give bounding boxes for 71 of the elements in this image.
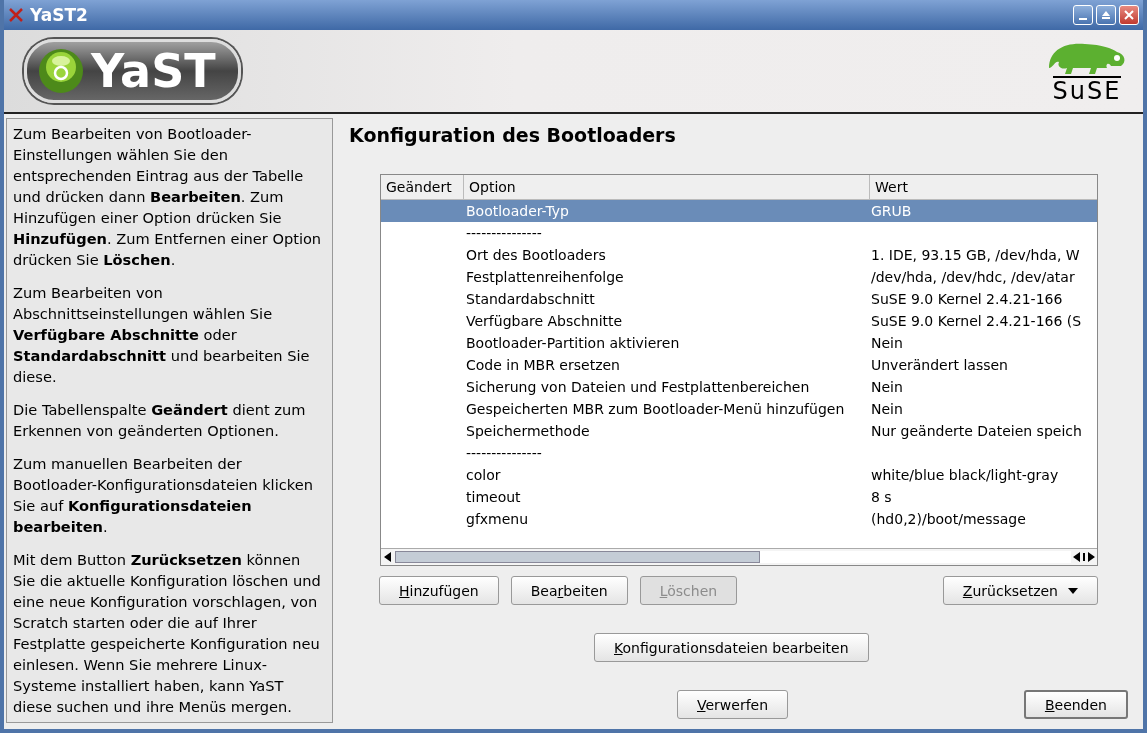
option-cell-text: Sicherung von Dateien und Festplattenbereichen [465, 379, 811, 395]
table-action-button[interactable]: Hinzufügen [379, 576, 499, 605]
table-row[interactable]: Verfügbare Abschnitte SuSE 9.0 Kernel 2.4.21-166 (S [381, 310, 1097, 332]
table-row[interactable]: Sicherung von Dateien und Festplattenbereichen Nein [381, 376, 1097, 398]
value-cell-text: /dev/hda, /dev/hdc, /dev/atar [871, 269, 1076, 285]
help-paragraph: Zum Bearbeiten von Abschnittseinstellungen wählen Sie Verfügbare Abschnitte oder Standardabschnitt und bearbeiten Sie diese. [13, 283, 311, 387]
option-cell-text: Code in MBR ersetzen [465, 357, 621, 373]
caret-icon [1068, 587, 1078, 594]
value-cell-text: white/blue black/light-gray [871, 467, 1060, 483]
table-row[interactable]: --------------- [381, 442, 1097, 464]
table-row[interactable]: color white/blue black/light-gray [381, 464, 1097, 486]
table-row[interactable]: Gespeicherten MBR zum Bootloader-Menü hinzufügen Nein [381, 398, 1097, 420]
table-row[interactable]: Ort des Bootloaders 1. IDE, 93.15 GB, /dev/hda, W [381, 244, 1097, 266]
table-action-button[interactable]: Bearbeiten [510, 576, 628, 605]
option-cell-text: timeout [465, 489, 522, 505]
value-cell-text: 1. IDE, 93.15 GB, /dev/hda, W [871, 247, 1081, 263]
option-cell-text: --------------- [465, 445, 543, 461]
discard-button[interactable]: Verwerfen [677, 690, 789, 719]
value-cell-text: SuSE 9.0 Kernel 2.4.21-166 (S [871, 313, 1083, 329]
option-cell-text: Speichermethode [465, 423, 591, 439]
table-row[interactable]: Standardabschnitt SuSE 9.0 Kernel 2.4.21-166 [381, 288, 1097, 310]
option-cell-text: --------------- [465, 225, 543, 241]
value-cell-text: Nein [871, 379, 904, 395]
option-cell-text: Festplattenreihenfolge [465, 269, 625, 285]
help-paragraph: Zum manuellen Bearbeiten der Bootloader-Konfigurationsdateien klicken Sie auf Konfigurationsdateien bearbeiten. [13, 454, 314, 537]
table-row[interactable]: Code in MBR ersetzen Unverändert lassen [381, 354, 1097, 376]
table-row[interactable]: gfxmenu (hd0,2)/boot/message [381, 508, 1097, 530]
table-row[interactable]: --------------- [381, 222, 1097, 244]
page-title: Konfiguration des Bootloaders [349, 124, 677, 146]
value-cell-text: Unverändert lassen [871, 357, 1009, 373]
option-cell-text: color [465, 467, 502, 483]
option-cell-text: Bootloader-Partition aktivieren [465, 335, 681, 351]
help-paragraph: Mit dem Button Zurücksetzen können Sie die aktuelle Konfiguration löschen und eine neue Konfiguration vorschlagen, von Scratch starten oder die auf Ihrer Festplatte gespeicherte Konfiguration neu einlesen. Wenn Sie mehrere Linux-Systeme installiert haben, kann YaST diese suchen und ihre Menüs mergen. [13, 550, 322, 717]
help-paragraph: Zum Bearbeiten von Bootloader-Einstellungen wählen Sie den entsprechenden Eintrag aus der Tabelle und drücken dann Bearbeiten. Zum Hinzufügen einer Option drücken Sie Hinzufügen. Zum Entfernen einer Option drücken Sie Löschen. [13, 124, 323, 270]
value-cell-text: SuSE 9.0 Kernel 2.4.21-166 [871, 291, 1064, 307]
table-row[interactable]: timeout 8 s [381, 486, 1097, 508]
table-row[interactable]: Speichermethode Nur geänderte Dateien speich [381, 420, 1097, 442]
close-button[interactable] [1119, 5, 1139, 25]
sphere-icon [37, 47, 85, 95]
yast-logo: YaST [24, 39, 241, 103]
table-row[interactable]: Festplattenreihenfolge /dev/hda, /dev/hdc, /dev/atar [381, 266, 1097, 288]
value-cell-text: Nur geänderte Dateien speich [871, 423, 1083, 439]
maximize-icon [1101, 10, 1111, 20]
option-cell-text: Verfügbare Abschnitte [465, 313, 624, 329]
option-cell-text: Ort des Bootloaders [465, 247, 607, 263]
value-cell-text: Nein [871, 401, 904, 417]
help-paragraph: Die Tabellenspalte Geändert dient zum Erkennen von geänderten Optionen. [13, 400, 307, 441]
minimize-icon [1079, 18, 1087, 20]
config-files-button[interactable]: Konfigurationsdateien bearbeiten [594, 633, 869, 662]
value-cell-text: Nein [871, 335, 904, 351]
value-cell-text: GRUB [871, 203, 913, 219]
reset-button[interactable]: Zurücksetzen [942, 576, 1098, 605]
option-cell-text: Gespeicherten MBR zum Bootloader-Menü hinzufügen [465, 401, 846, 417]
column-header[interactable]: Geändert [381, 175, 464, 199]
option-cell-text: Bootloader-Typ [465, 203, 570, 219]
brand-name: SuSE [1052, 76, 1122, 104]
minimize-button[interactable] [1073, 5, 1093, 25]
finish-button[interactable]: Beenden [1023, 690, 1128, 719]
value-cell-text: 8 s [871, 489, 893, 505]
window-title: YaST2 [30, 5, 88, 25]
option-cell-text: gfxmenu [465, 511, 530, 527]
table-row[interactable]: Bootloader-Partition aktivieren Nein [381, 332, 1097, 354]
column-header[interactable]: Wert [870, 175, 1097, 199]
scroll-arrows-icon[interactable] [1071, 551, 1097, 563]
column-header[interactable]: Option [464, 175, 870, 199]
horizontal-scrollbar[interactable] [381, 548, 1097, 565]
value-cell-text: (hd0,2)/boot/message [871, 511, 1027, 527]
close-icon [1124, 10, 1134, 20]
option-cell-text: Standardabschnitt [465, 291, 596, 307]
x-icon [8, 7, 24, 23]
maximize-button[interactable] [1096, 5, 1116, 25]
